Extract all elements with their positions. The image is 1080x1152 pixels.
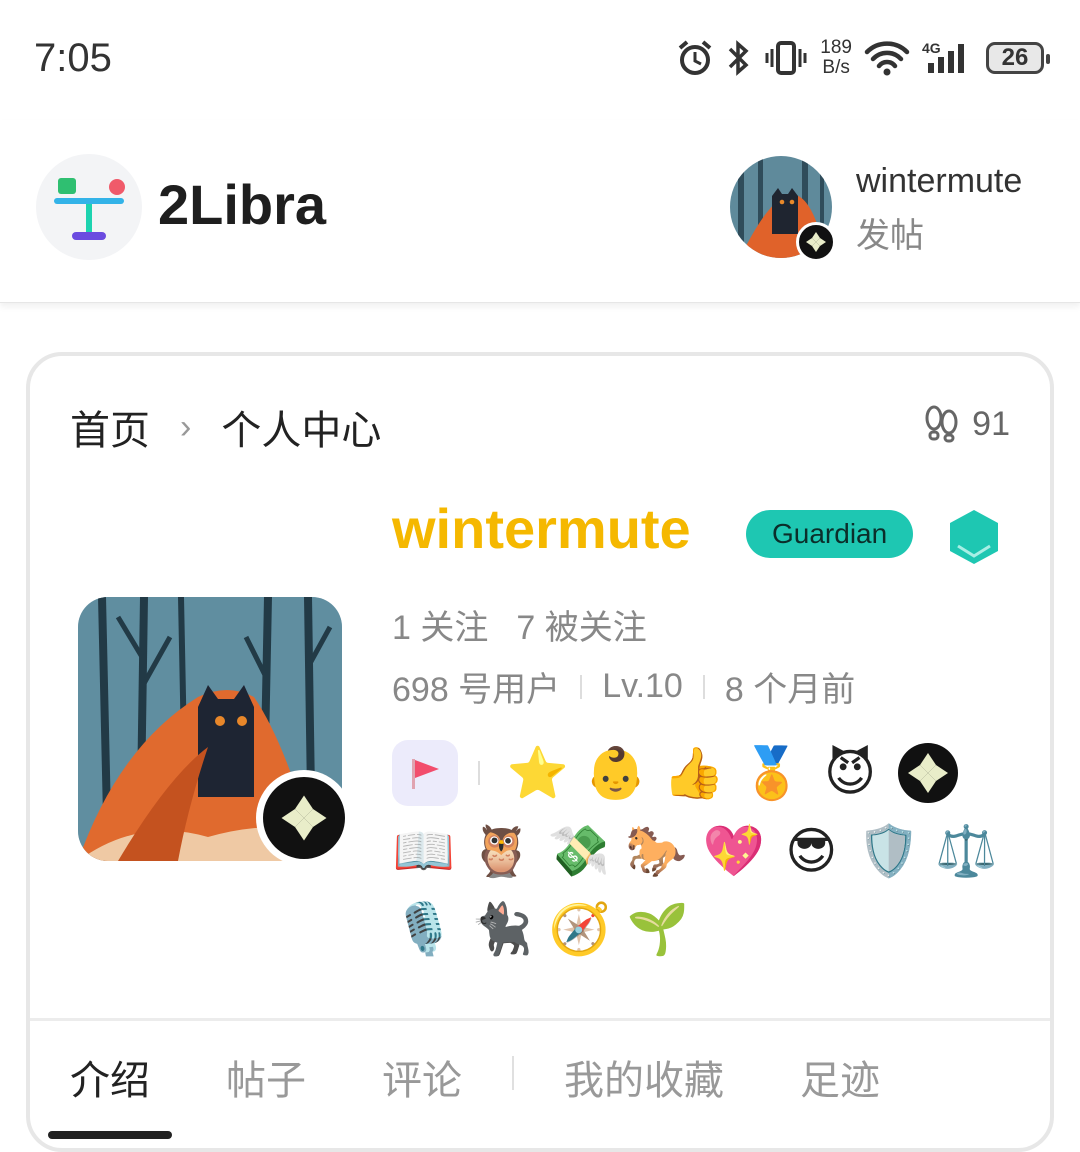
shield-badge-icon[interactable]: 🛡️ — [857, 819, 921, 883]
net-speed: 189 B/s — [820, 37, 852, 78]
active-tab-indicator — [48, 1131, 172, 1139]
scales-badge-icon[interactable]: ⚖️ — [935, 819, 999, 883]
vibrate-icon — [764, 36, 808, 80]
badge-row: ⭐ 👶 👍 🏅 😈 — [392, 734, 1012, 812]
user-badge-icon — [796, 222, 836, 262]
status-icons: 189 B/s 4G 26 — [676, 36, 1050, 80]
medal-badge-icon[interactable]: 🏅 — [740, 741, 804, 805]
heart-badge-icon[interactable]: 💖 — [702, 819, 766, 883]
header-username[interactable]: wintermute — [856, 162, 1022, 201]
breadcrumb: 首页 › 个人中心 — [70, 398, 381, 456]
profile-badge-icon — [256, 770, 352, 866]
tab-posts[interactable]: 帖子 — [226, 1048, 306, 1106]
badge-collection: ⭐ 👶 👍 🏅 😈 📖 🦉 💸 🐎 💖 😎 🛡️ ⚖️ 🎙️ 🐈‍⬛ 🧭 🌱 — [392, 734, 1012, 968]
owl-badge-icon[interactable]: 🦉 — [470, 819, 534, 883]
pinwheel-badge-icon[interactable] — [896, 741, 960, 805]
microphone-badge-icon[interactable]: 🎙️ — [392, 897, 456, 961]
app-header: 2Libra wintermute 发帖 — [0, 120, 1080, 303]
post-link[interactable]: 发帖 — [856, 208, 924, 257]
section-divider — [30, 1018, 1050, 1021]
tab-divider — [512, 1056, 514, 1090]
footprints-icon — [925, 405, 958, 443]
profile-card: 首页 › 个人中心 91 wintermute Guardian 1 关注 7 … — [26, 352, 1054, 1152]
chevron-right-icon: › — [180, 407, 192, 446]
profile-name: wintermute — [392, 497, 691, 560]
thumbs-up-badge-icon[interactable]: 👍 — [662, 741, 726, 805]
tab-intro[interactable]: 介绍 — [70, 1048, 150, 1106]
libra-scale-icon — [54, 178, 125, 240]
status-time: 7:05 — [34, 36, 112, 80]
breadcrumb-home[interactable]: 首页 — [70, 398, 150, 456]
hexagon-level-icon — [948, 508, 1000, 571]
role-badge: Guardian — [746, 510, 914, 558]
follow-stats: 1 关注 7 被关注 — [392, 600, 647, 649]
flag-icon[interactable] — [392, 740, 458, 806]
status-bar: 7:05 189 B/s 4G 26 — [0, 0, 1080, 120]
badge-row: 🎙️ 🐈‍⬛ 🧭 🌱 — [392, 890, 1012, 968]
badge-divider — [478, 761, 480, 785]
alarm-icon — [676, 36, 714, 80]
app-logo[interactable] — [36, 154, 142, 260]
network-type-label: 4G — [922, 40, 941, 56]
book-badge-icon[interactable]: 📖 — [392, 819, 456, 883]
devil-badge-icon[interactable]: 😈 — [818, 741, 882, 805]
meta-divider — [580, 674, 583, 699]
sunglasses-badge-icon[interactable]: 😎 — [780, 819, 844, 883]
followers-count[interactable]: 7 被关注 — [516, 600, 646, 649]
money-badge-icon[interactable]: 💸 — [547, 819, 611, 883]
view-counter: 91 — [922, 404, 1010, 444]
tab-favorites[interactable]: 我的收藏 — [564, 1048, 724, 1106]
badge-row: 📖 🦉 💸 🐎 💖 😎 🛡️ ⚖️ — [392, 812, 1012, 890]
tab-comments[interactable]: 评论 — [382, 1048, 462, 1106]
breadcrumb-current: 个人中心 — [221, 409, 382, 453]
user-level: Lv.10 — [602, 667, 683, 705]
battery-indicator: 26 — [986, 42, 1050, 74]
wifi-icon — [864, 36, 910, 80]
meta-divider — [702, 674, 705, 699]
cellular-signal-icon: 4G — [922, 36, 974, 80]
horse-badge-icon[interactable]: 🐎 — [625, 819, 689, 883]
app-brand[interactable]: 2Libra — [158, 172, 326, 237]
star-badge-icon[interactable]: ⭐ — [506, 741, 570, 805]
baby-badge-icon[interactable]: 👶 — [584, 741, 648, 805]
profile-meta: 698 号用户 Lv.10 8 个月前 — [392, 662, 855, 711]
profile-tabs: 介绍 帖子 评论 我的收藏 足迹 — [70, 1048, 956, 1106]
view-count: 91 — [972, 404, 1010, 443]
compass-badge-icon[interactable]: 🧭 — [548, 897, 612, 961]
bluetooth-icon — [726, 36, 752, 80]
join-time: 8 个月前 — [724, 671, 856, 709]
cat-badge-icon[interactable]: 🐈‍⬛ — [470, 897, 534, 961]
seedling-badge-icon[interactable]: 🌱 — [626, 897, 690, 961]
tab-footprints[interactable]: 足迹 — [800, 1048, 880, 1106]
following-count[interactable]: 1 关注 — [392, 600, 488, 649]
user-number: 698 号用户 — [392, 671, 561, 709]
